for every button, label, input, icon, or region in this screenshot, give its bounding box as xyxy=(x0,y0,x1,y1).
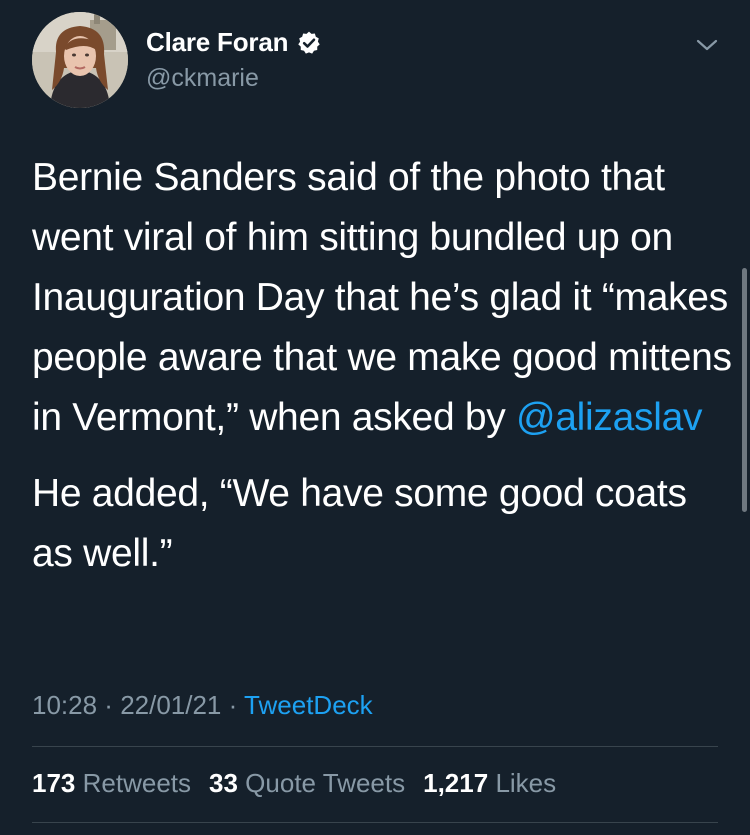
likes-count: 1,217 xyxy=(423,768,489,798)
likes-stat[interactable]: 1,217 Likes xyxy=(423,768,556,799)
chevron-down-icon[interactable] xyxy=(694,32,720,58)
likes-label: Likes xyxy=(495,768,557,798)
profile-photo-icon xyxy=(32,12,128,108)
divider xyxy=(32,746,718,747)
author-handle[interactable]: @ckmarie xyxy=(146,64,259,93)
tweet-stats: 173 Retweets 33 Quote Tweets 1,217 Likes xyxy=(32,768,556,799)
author-name-row[interactable]: Clare Foran xyxy=(146,27,322,58)
tweet-source-link[interactable]: TweetDeck xyxy=(244,690,373,720)
divider xyxy=(32,822,718,823)
tweet-paragraph: He added, “We have some good coats as we… xyxy=(32,472,687,575)
tweet-paragraph: Bernie Sanders said of the photo that we… xyxy=(32,148,732,448)
meta-separator: · xyxy=(97,690,121,720)
tweet-detail: Clare Foran @ckmarie Bernie Sanders said… xyxy=(0,0,750,835)
quote-tweets-count: 33 xyxy=(209,768,238,798)
tweet-metadata: 10:28 · 22/01/21 · TweetDeck xyxy=(32,690,373,721)
scrollbar[interactable] xyxy=(742,268,747,512)
tweet-date[interactable]: 22/01/21 xyxy=(120,690,221,720)
tweet-time[interactable]: 10:28 xyxy=(32,690,97,720)
meta-separator: · xyxy=(221,690,245,720)
retweets-stat[interactable]: 173 Retweets xyxy=(32,768,191,799)
quote-tweets-stat[interactable]: 33 Quote Tweets xyxy=(209,768,405,799)
quote-tweets-label: Quote Tweets xyxy=(245,768,406,798)
mention-link[interactable]: @alizaslav xyxy=(516,396,702,439)
author-display-name[interactable]: Clare Foran xyxy=(146,27,288,58)
retweets-count: 173 xyxy=(32,768,76,798)
verified-badge-icon xyxy=(296,30,322,56)
retweets-label: Retweets xyxy=(82,768,192,798)
avatar[interactable] xyxy=(32,12,128,108)
tweet-text: Bernie Sanders said of the photo that we… xyxy=(32,148,732,584)
